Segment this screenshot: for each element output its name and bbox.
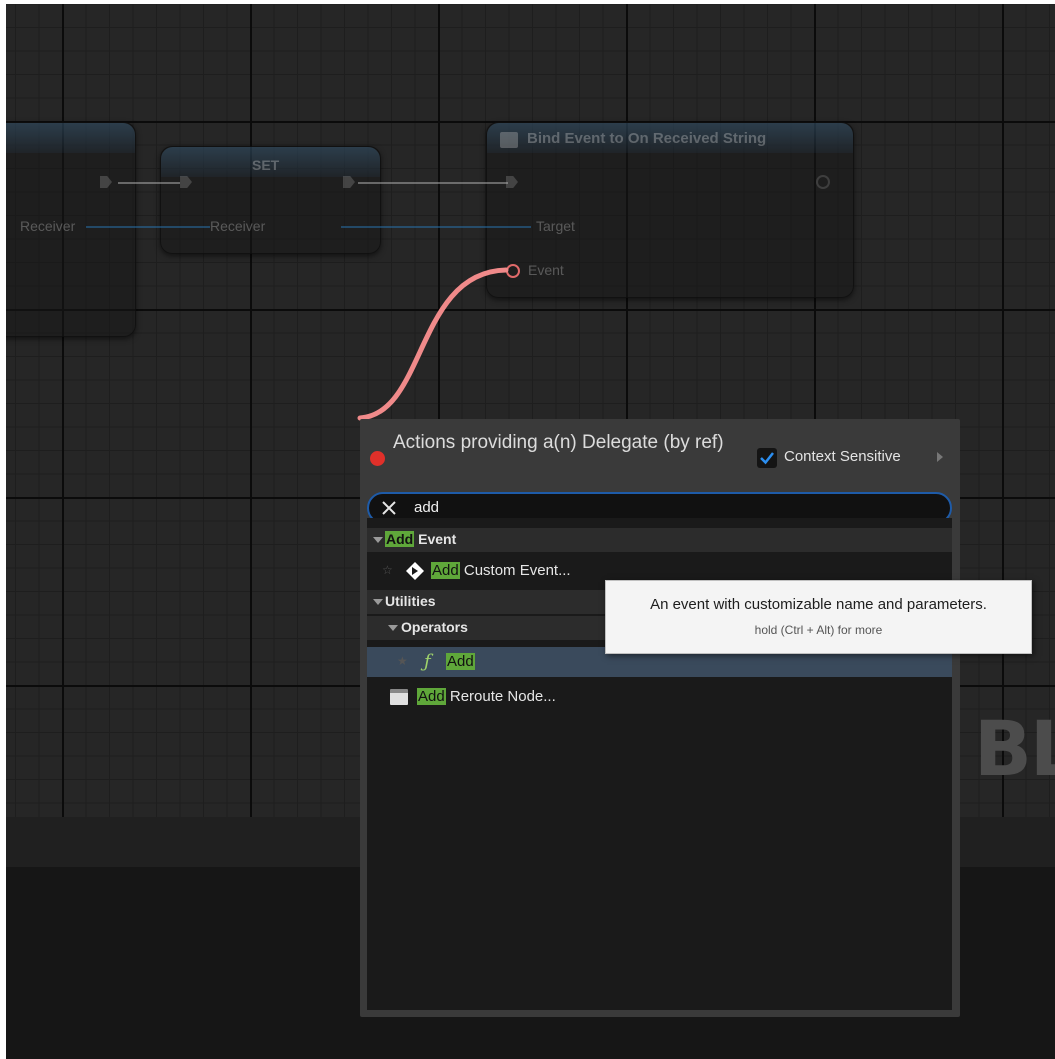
reroute-node-icon xyxy=(390,689,408,705)
list-item: Add Event xyxy=(385,531,456,547)
function-icon: ƒ xyxy=(424,651,431,672)
category-add-event[interactable]: Add Event xyxy=(367,528,952,552)
close-icon[interactable] xyxy=(379,498,399,518)
item-add-reroute-node[interactable]: Add Reroute Node... xyxy=(367,685,952,709)
custom-event-icon xyxy=(406,562,424,580)
context-sensitive-label[interactable]: Context Sensitive xyxy=(784,448,901,465)
star-icon[interactable]: ★ xyxy=(397,654,408,668)
menu-title: Actions providing a(n) Delegate (by ref) xyxy=(393,432,724,453)
chevron-down-icon xyxy=(373,537,383,543)
list-item: Add Reroute Node... xyxy=(417,688,556,705)
tooltip-text: An event with customizable name and para… xyxy=(650,596,987,613)
search-highlight: Add xyxy=(417,688,446,705)
category-label: Operators xyxy=(401,619,468,635)
chevron-down-icon xyxy=(373,599,383,605)
list-item: Add Custom Event... xyxy=(431,562,571,579)
action-menu[interactable]: Actions providing a(n) Delegate (by ref)… xyxy=(360,419,960,1017)
context-sensitive-expand-icon[interactable] xyxy=(937,452,943,462)
context-sensitive-checkbox[interactable] xyxy=(757,448,777,468)
search-highlight: Add xyxy=(385,531,415,547)
list-item: Add xyxy=(446,653,475,670)
tooltip: An event with customizable name and para… xyxy=(605,580,1032,654)
search-highlight: Add xyxy=(431,562,460,579)
item-label: Event xyxy=(414,531,457,547)
delegate-pin-type-icon xyxy=(370,451,385,466)
category-label: Utilities xyxy=(385,593,436,609)
tooltip-hint: hold (Ctrl + Alt) for more xyxy=(754,623,883,637)
chevron-down-icon xyxy=(388,625,398,631)
blueprint-watermark: BL xyxy=(974,704,1055,793)
checkmark-icon xyxy=(760,452,774,465)
search-highlight: Add xyxy=(446,653,475,670)
item-label: Custom Event... xyxy=(459,562,571,579)
item-label: Reroute Node... xyxy=(445,688,556,705)
search-value[interactable]: add xyxy=(414,499,439,516)
star-icon[interactable]: ☆ xyxy=(382,563,393,577)
